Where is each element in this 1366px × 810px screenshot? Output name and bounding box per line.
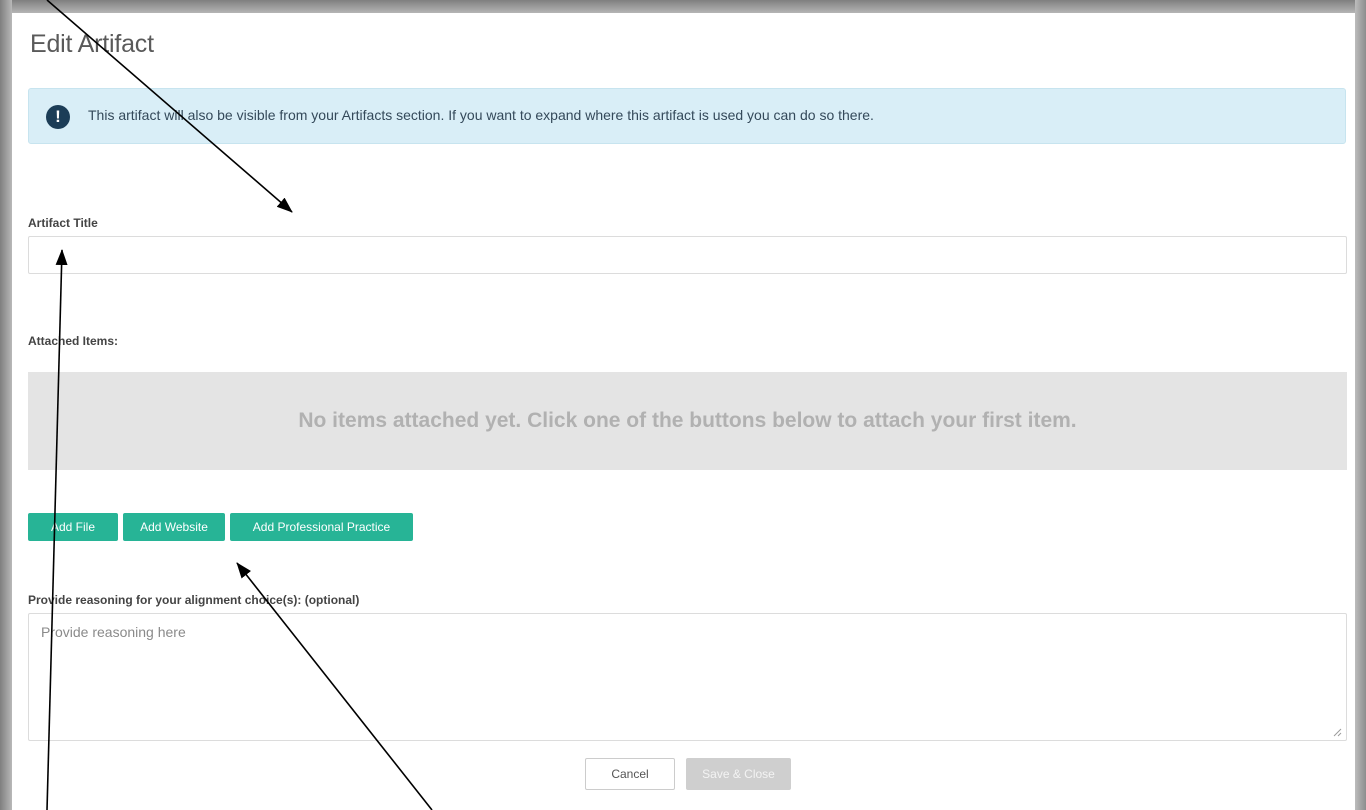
add-file-button[interactable]: Add File: [28, 513, 118, 541]
modal-title: Edit Artifact: [30, 30, 154, 58]
attached-items-empty-state: No items attached yet. Click one of the …: [28, 372, 1347, 470]
empty-state-message: No items attached yet. Click one of the …: [298, 409, 1077, 432]
alert-message: This artifact will also be visible from …: [88, 107, 874, 123]
reasoning-textarea[interactable]: [28, 613, 1347, 741]
window-border-left: [0, 0, 12, 810]
attached-items-label: Attached Items:: [28, 334, 119, 348]
window-border-top: [0, 0, 1366, 13]
resize-handle-icon[interactable]: [1332, 727, 1342, 737]
save-and-close-button[interactable]: Save & Close: [686, 758, 791, 790]
info-alert: ! This artifact will also be visible fro…: [28, 88, 1346, 144]
add-professional-practice-button[interactable]: Add Professional Practice: [230, 513, 413, 541]
add-website-button[interactable]: Add Website: [123, 513, 225, 541]
exclamation-circle-icon: !: [46, 105, 70, 129]
artifact-title-input[interactable]: [28, 236, 1347, 274]
artifact-title-label: Artifact Title: [28, 216, 98, 230]
window-border-right: [1355, 0, 1366, 810]
reasoning-label: Provide reasoning for your alignment cho…: [28, 593, 360, 607]
edit-artifact-modal: Edit Artifact ! This artifact will also …: [0, 0, 1366, 810]
cancel-button[interactable]: Cancel: [585, 758, 675, 790]
